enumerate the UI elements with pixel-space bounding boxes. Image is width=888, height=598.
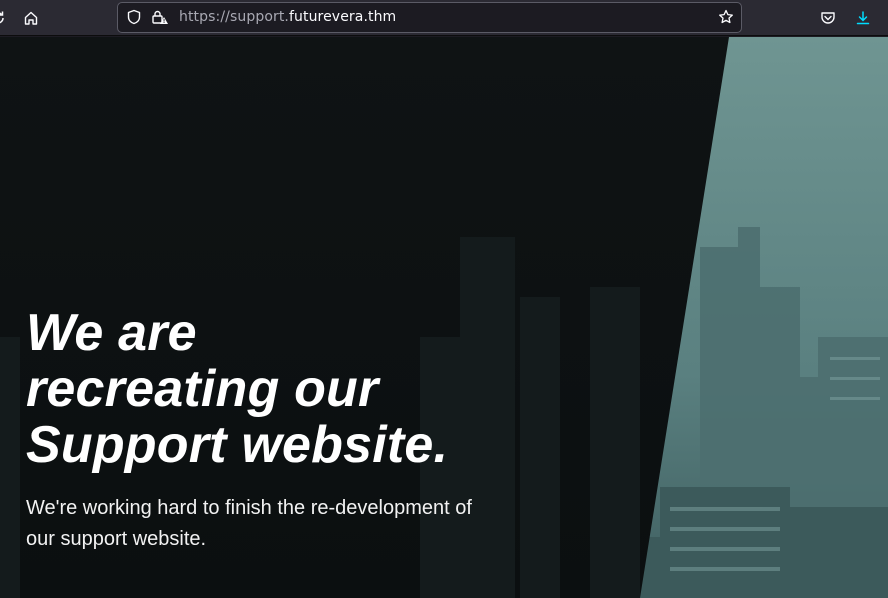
downloads-icon[interactable] xyxy=(851,6,875,30)
page-viewport: We are recreating our Support website. W… xyxy=(0,37,888,598)
hero-title-line-1: We are xyxy=(26,304,197,362)
url-domain: futurevera.thm xyxy=(288,9,397,25)
hero-title-line-2: recreating our xyxy=(26,360,379,418)
url-bar[interactable]: https://support.futurevera.thm xyxy=(117,2,742,33)
url-text[interactable]: https://support.futurevera.thm xyxy=(179,9,396,25)
url-prefix: https://support. xyxy=(179,9,289,25)
hero-subtitle: We're working hard to finish the re-deve… xyxy=(26,497,472,550)
browser-toolbar: https://support.futurevera.thm xyxy=(0,0,888,36)
lock-warning-icon[interactable] xyxy=(148,5,172,29)
hero-title-line-3: Support website. xyxy=(26,416,449,474)
home-icon[interactable] xyxy=(19,6,43,30)
hero-title: We are recreating our Support website. xyxy=(26,305,546,473)
hero-section: We are recreating our Support website. W… xyxy=(26,305,546,555)
bookmark-star-icon[interactable] xyxy=(714,5,738,29)
reload-icon[interactable] xyxy=(0,6,10,30)
pocket-icon[interactable] xyxy=(816,6,840,30)
shield-icon[interactable] xyxy=(122,5,146,29)
